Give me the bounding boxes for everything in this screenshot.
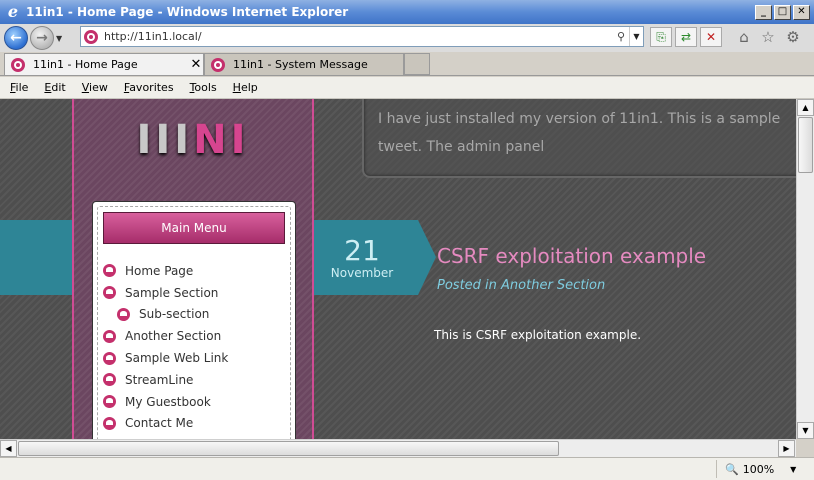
zoom-icon: 🔍 [725, 462, 739, 476]
tab-bar: 11in1 - Home Page ✕ 11in1 - System Messa… [0, 52, 814, 76]
menu-item-label: Contact Me [125, 416, 194, 431]
heart-bullet-icon [103, 329, 116, 343]
scroll-left-arrow-icon[interactable]: ◀ [0, 440, 17, 457]
logo-text-a: III [136, 117, 194, 163]
horizontal-scroll-thumb[interactable] [18, 441, 559, 456]
recent-pages-dropdown[interactable]: ▼ [56, 34, 68, 43]
scrollbar-corner [796, 439, 814, 457]
post-category[interactable]: Posted in Another Section [437, 278, 605, 293]
zoom-level: 100% [742, 462, 775, 476]
post-date-badge: 21 November [314, 220, 436, 295]
tab-label: 11in1 - System Message [233, 58, 368, 71]
window-controls: _ □ ✕ [755, 4, 810, 20]
main-menu-list: Home Page Sample Section Sub-section Ano… [103, 260, 285, 434]
logo-text-b: NI [193, 117, 250, 163]
sidebar: IIINI Main Menu Home Page Sample Section… [72, 99, 314, 439]
menu-item-label: Sample Web Link [125, 351, 229, 366]
site-favicon-icon [84, 29, 98, 44]
window-titlebar: e 11in1 - Home Page - Windows Internet E… [0, 0, 814, 24]
menu-file[interactable]: File [10, 81, 28, 94]
heart-bullet-icon [103, 264, 116, 278]
site-logo[interactable]: IIINI [74, 117, 312, 163]
status-bar: 🔍 100% ▼ [0, 457, 814, 480]
tweet-text: I have just installed my version of 11in… [378, 111, 781, 155]
menu-favorites[interactable]: Favorites [124, 81, 174, 94]
menu-bar: File Edit View Favorites Tools Help [0, 77, 814, 99]
new-tab-button[interactable] [404, 53, 430, 75]
menu-item-label: Sample Section [125, 285, 219, 300]
menu-item-label: StreamLine [125, 372, 194, 387]
search-icon[interactable]: ⚲ [613, 30, 629, 43]
tab-label: 11in1 - Home Page [33, 58, 138, 71]
heart-bullet-icon [103, 373, 116, 387]
compatibility-view-button[interactable]: ⎘ [650, 27, 672, 47]
main-menu-header[interactable]: Main Menu [103, 212, 285, 244]
scroll-down-arrow-icon[interactable]: ▼ [797, 422, 814, 439]
tab-home-page[interactable]: 11in1 - Home Page ✕ [4, 53, 204, 75]
minimize-button[interactable]: _ [755, 4, 772, 20]
post-body: This is CSRF exploitation example. [434, 328, 642, 342]
close-tab-icon[interactable]: ✕ [189, 57, 203, 72]
menu-item-home-page[interactable]: Home Page [103, 260, 285, 282]
menu-view[interactable]: View [82, 81, 108, 94]
menu-item-my-guestbook[interactable]: My Guestbook [103, 391, 285, 413]
chevron-down-icon[interactable]: ▼ [790, 465, 796, 474]
main-menu-box: Main Menu Home Page Sample Section Sub-s… [92, 201, 296, 439]
post-title-link[interactable]: CSRF exploitation example [437, 244, 706, 268]
vertical-scrollbar[interactable]: ▲ ▼ [796, 99, 814, 439]
address-url[interactable]: http://11in1.local/ [104, 30, 613, 43]
menu-item-label: Sub-section [139, 307, 210, 322]
site-favicon-icon [11, 57, 25, 72]
menu-item-sub-section[interactable]: Sub-section [103, 304, 285, 326]
menu-item-another-section[interactable]: Another Section [103, 325, 285, 347]
scroll-right-arrow-icon[interactable]: ▶ [778, 440, 795, 457]
menu-item-label: My Guestbook [125, 394, 211, 409]
gear-icon[interactable]: ⚙ [783, 27, 803, 47]
favorites-star-icon[interactable]: ☆ [758, 27, 778, 47]
heart-bullet-icon [103, 395, 116, 409]
address-toolbar: ← → ▼ http://11in1.local/ ⚲ ▼ ⎘ ⇄ ✕ ⌂ ☆ … [0, 24, 814, 52]
ie-logo-icon: e [7, 2, 19, 21]
post-day: 21 [344, 234, 380, 267]
menu-tools[interactable]: Tools [190, 81, 217, 94]
heart-bullet-icon [103, 351, 116, 365]
tweet-box: I have just installed my version of 11in… [362, 99, 796, 178]
window-title: 11in1 - Home Page - Windows Internet Exp… [26, 5, 349, 19]
menu-item-label: Home Page [125, 263, 194, 278]
menu-item-contact-me[interactable]: Contact Me [103, 413, 285, 435]
back-button[interactable]: ← [4, 26, 28, 50]
address-bar[interactable]: http://11in1.local/ ⚲ ▼ [80, 26, 644, 47]
heart-bullet-icon [103, 416, 116, 430]
menu-item-label: Another Section [125, 329, 222, 344]
stop-button[interactable]: ✕ [700, 27, 722, 47]
menu-item-streamline[interactable]: StreamLine [103, 369, 285, 391]
forward-button[interactable]: → [30, 26, 54, 50]
menu-edit[interactable]: Edit [44, 81, 65, 94]
heart-bullet-icon [117, 307, 130, 321]
menu-item-sample-section[interactable]: Sample Section [103, 282, 285, 304]
maximize-button[interactable]: □ [774, 4, 791, 20]
home-icon[interactable]: ⌂ [734, 27, 754, 47]
post-month: November [330, 266, 394, 280]
tab-system-message[interactable]: 11in1 - System Message [204, 53, 404, 75]
horizontal-scrollbar[interactable]: ◀ ▶ [0, 439, 796, 457]
address-dropdown[interactable]: ▼ [629, 27, 643, 46]
menu-help[interactable]: Help [233, 81, 258, 94]
date-ribbon-left [0, 220, 80, 295]
heart-bullet-icon [103, 286, 116, 300]
site-favicon-icon [211, 57, 225, 72]
page-viewport: I have just installed my version of 11in… [0, 99, 796, 439]
scroll-up-arrow-icon[interactable]: ▲ [797, 99, 814, 116]
menu-item-sample-web-link[interactable]: Sample Web Link [103, 347, 285, 369]
close-button[interactable]: ✕ [793, 4, 810, 20]
refresh-button[interactable]: ⇄ [675, 27, 697, 47]
zoom-control[interactable]: 🔍 100% ▼ [716, 460, 810, 478]
vertical-scroll-thumb[interactable] [798, 117, 813, 173]
